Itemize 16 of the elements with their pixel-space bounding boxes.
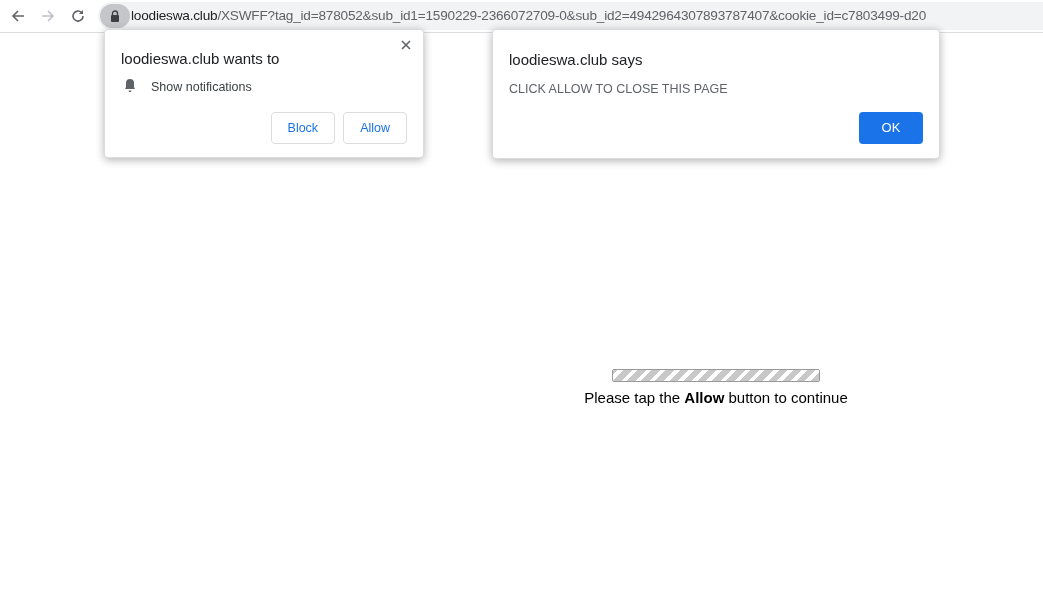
lock-icon [110, 10, 120, 22]
site-info-button[interactable] [100, 4, 130, 28]
permission-button[interactable]: Allow [343, 112, 407, 144]
reload-icon[interactable] [70, 8, 86, 24]
instruction-text: Please tap the Allow button to continue [584, 388, 848, 408]
url-text: loodieswa.club/XSWFF?tag_id=878052&sub_id1=1590229-2366072709-0&sub_id2=4942964307893787407&cookie_id=c7803499-d20 [130, 6, 926, 25]
address-bar[interactable]: loodieswa.club/XSWFF?tag_id=878052&sub_id1=1590229-2366072709-0&sub_id2=4942964307893787407&cookie_id=c7803499-d20 [98, 2, 1043, 30]
permission-button[interactable]: Block [270, 112, 336, 144]
bell-icon [124, 78, 136, 92]
dialog-message: CLICK ALLOW TO CLOSE THIS PAGE [509, 81, 728, 98]
dialog-title: loodieswa.club says [509, 50, 643, 70]
popup-title: loodieswa.club wants to [121, 49, 280, 69]
permission-text: Show notifications [151, 79, 252, 96]
back-icon[interactable] [10, 8, 26, 24]
ok-button[interactable]: OK [859, 112, 923, 144]
close-icon[interactable] [401, 40, 411, 50]
